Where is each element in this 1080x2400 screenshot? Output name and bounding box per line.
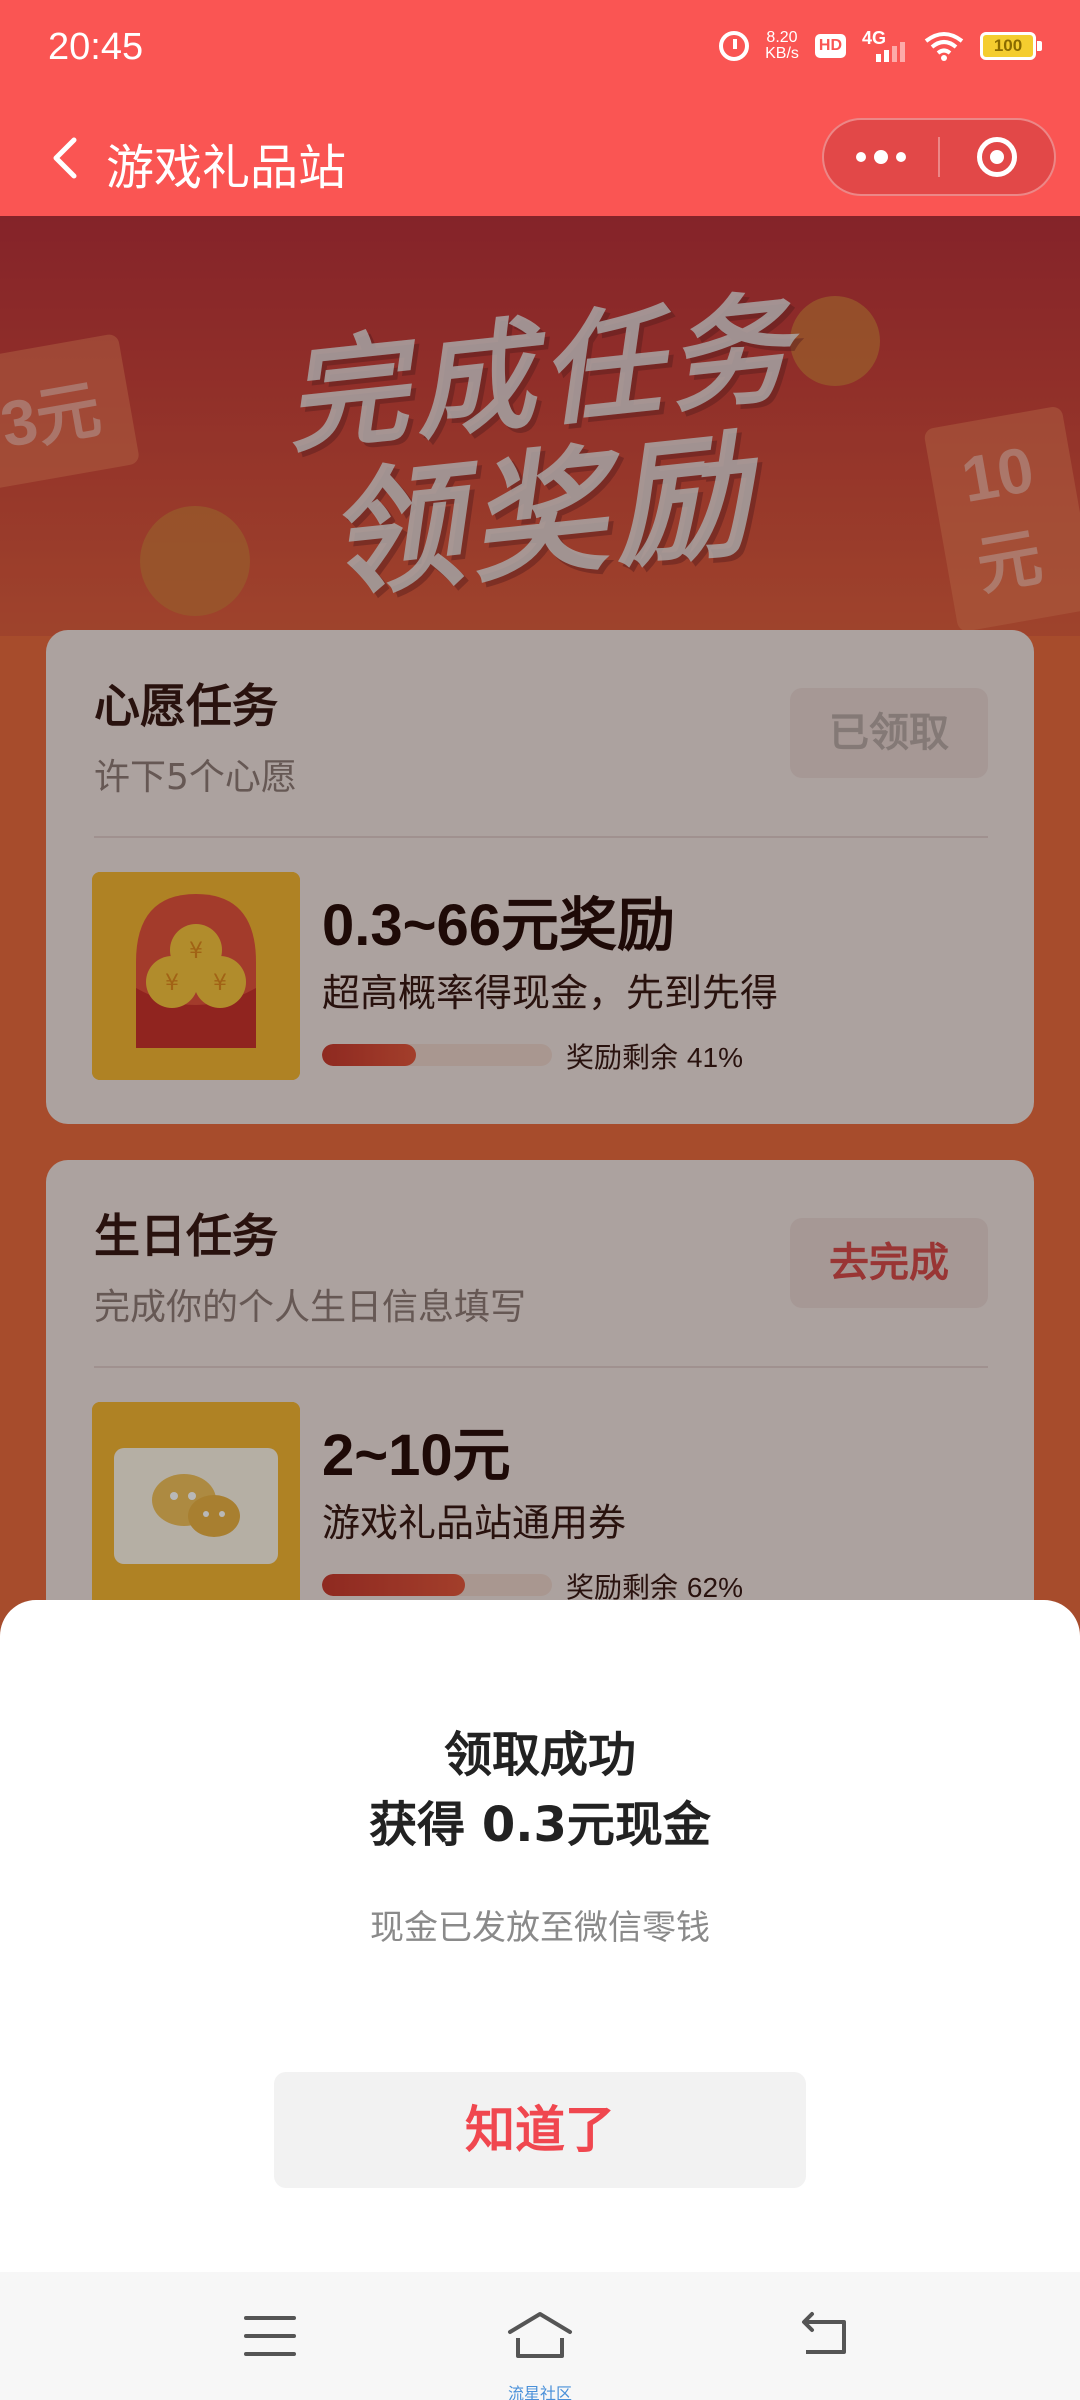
chevron-left-icon[interactable] [40, 130, 96, 186]
dialog-title-line2: 获得 0.3元现金 [369, 1797, 711, 1853]
close-target-icon[interactable] [940, 120, 1054, 194]
status-icons: 8.20 KB/s HD 4G 100 [719, 28, 1042, 62]
wifi-icon [924, 32, 964, 61]
signal-4g-icon: 4G [862, 28, 908, 62]
home-icon[interactable] [504, 2308, 576, 2362]
net-speed-unit: KB/s [765, 45, 799, 62]
more-icon[interactable] [824, 120, 938, 194]
status-bar: 20:45 8.20 KB/s HD 4G 100 [0, 0, 1080, 100]
dialog-title-line1: 领取成功 [443, 1727, 636, 1783]
page-title: 游戏礼品站 [106, 140, 347, 196]
net-speed: 8.20 KB/s [765, 30, 799, 62]
dialog-title: 领取成功 获得 0.3元现金 [0, 1720, 1080, 1860]
success-dialog: 领取成功 获得 0.3元现金 现金已发放至微信零钱 知道了 [0, 1600, 1080, 2272]
status-time: 20:45 [48, 26, 144, 68]
got-it-button[interactable]: 知道了 [274, 2072, 806, 2188]
top-bar: 20:45 8.20 KB/s HD 4G 100 游戏礼品站 [0, 0, 1080, 216]
back-icon[interactable] [796, 2308, 852, 2362]
system-nav-bar: 流星社区 [0, 2272, 1080, 2400]
hd-icon: HD [814, 34, 846, 58]
alarm-icon [719, 31, 750, 61]
mini-program-capsule [822, 118, 1056, 196]
battery-icon: 100 [980, 32, 1042, 60]
title-bar: 游戏礼品站 [0, 108, 1080, 208]
net-speed-value: 8.20 [766, 29, 798, 46]
home-caption: 流星社区 [507, 2384, 572, 2400]
dialog-description: 现金已发放至微信零钱 [370, 1908, 710, 1948]
menu-icon[interactable] [244, 2316, 296, 2356]
